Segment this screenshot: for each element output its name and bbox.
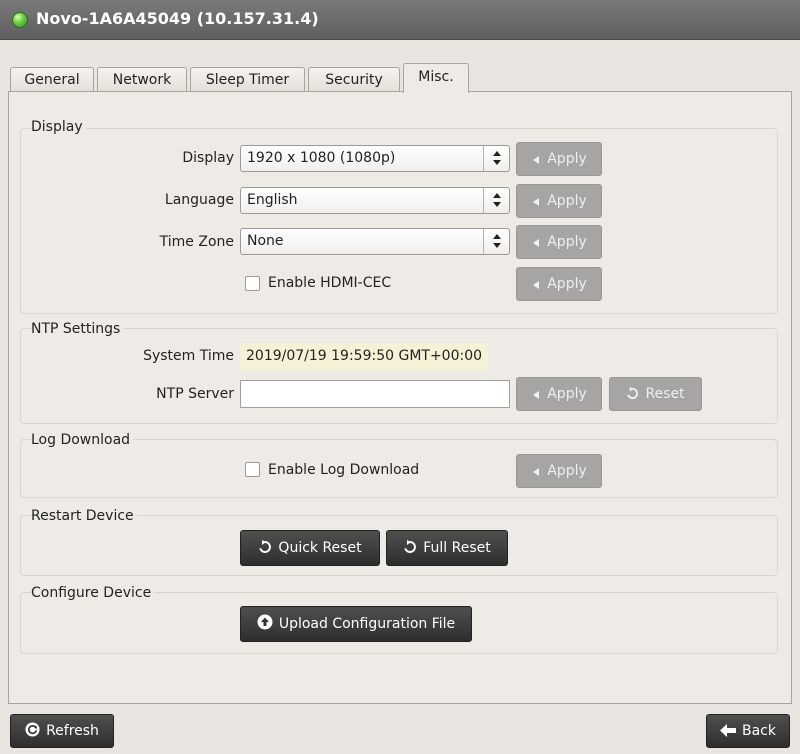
refresh-button[interactable]: Refresh bbox=[10, 714, 114, 748]
back-label: Back bbox=[742, 723, 776, 739]
chevron-left-icon bbox=[531, 145, 541, 177]
chevron-left-icon bbox=[531, 380, 541, 412]
full-reset-label: Full Reset bbox=[423, 540, 491, 556]
language-value: English bbox=[247, 192, 298, 208]
timezone-apply-label: Apply bbox=[547, 234, 587, 250]
system-time-value: 2019/07/19 19:59:50 GMT+00:00 bbox=[240, 343, 489, 370]
refresh-label: Refresh bbox=[46, 723, 99, 739]
ntp-apply-button[interactable]: Apply bbox=[516, 377, 602, 411]
timezone-apply-button[interactable]: Apply bbox=[516, 225, 602, 259]
log-download-label: Enable Log Download bbox=[268, 462, 420, 478]
upload-icon bbox=[257, 609, 273, 643]
tab-security[interactable]: Security bbox=[308, 67, 400, 93]
upload-configuration-button[interactable]: Upload Configuration File bbox=[240, 606, 472, 642]
hdmi-cec-checkbox[interactable] bbox=[245, 276, 260, 291]
arrow-left-icon bbox=[720, 717, 736, 749]
display-resolution-value: 1920 x 1080 (1080p) bbox=[247, 150, 396, 166]
select-arrows-icon bbox=[483, 188, 509, 213]
system-time-label: System Time bbox=[143, 348, 234, 364]
quick-reset-button[interactable]: Quick Reset bbox=[240, 530, 380, 566]
tab-misc[interactable]: Misc. bbox=[403, 63, 469, 93]
select-arrows-icon bbox=[483, 146, 509, 171]
timezone-select[interactable]: None bbox=[240, 228, 510, 255]
upload-configuration-label: Upload Configuration File bbox=[278, 616, 456, 632]
timezone-value: None bbox=[247, 233, 284, 249]
refresh-icon bbox=[25, 717, 40, 749]
window-title: Novo-1A6A45049 (10.157.31.4) bbox=[36, 9, 319, 28]
display-section-title: Display bbox=[31, 119, 86, 135]
reset-icon bbox=[403, 533, 417, 567]
language-apply-label: Apply bbox=[547, 193, 587, 209]
display-apply-button[interactable]: Apply bbox=[516, 142, 602, 176]
log-apply-label: Apply bbox=[547, 463, 587, 479]
display-apply-label: Apply bbox=[547, 151, 587, 167]
chevron-left-icon bbox=[531, 228, 541, 260]
tab-network[interactable]: Network bbox=[97, 67, 187, 93]
select-arrows-icon bbox=[483, 229, 509, 254]
hdmi-cec-apply-label: Apply bbox=[547, 276, 587, 292]
language-apply-button[interactable]: Apply bbox=[516, 184, 602, 218]
display-resolution-select[interactable]: 1920 x 1080 (1080p) bbox=[240, 145, 510, 172]
hdmi-cec-label: Enable HDMI-CEC bbox=[268, 275, 392, 291]
log-section-title: Log Download bbox=[31, 432, 134, 448]
chevron-left-icon bbox=[531, 457, 541, 489]
ntp-reset-label: Reset bbox=[645, 386, 685, 402]
tab-general[interactable]: General bbox=[10, 67, 94, 93]
reset-icon bbox=[258, 533, 272, 567]
quick-reset-label: Quick Reset bbox=[278, 540, 362, 556]
back-button[interactable]: Back bbox=[706, 714, 790, 748]
log-download-checkbox[interactable] bbox=[245, 462, 260, 477]
language-label: Language bbox=[164, 192, 234, 208]
timezone-label: Time Zone bbox=[159, 234, 234, 250]
language-select[interactable]: English bbox=[240, 187, 510, 214]
full-reset-button[interactable]: Full Reset bbox=[386, 530, 508, 566]
title-bar: Novo-1A6A45049 (10.157.31.4) bbox=[0, 0, 800, 40]
display-label: Display bbox=[182, 150, 234, 166]
ntp-reset-button[interactable]: Reset bbox=[609, 377, 702, 411]
hdmi-cec-apply-button[interactable]: Apply bbox=[516, 267, 602, 301]
ntp-server-input[interactable] bbox=[240, 380, 510, 408]
tab-sleep-timer[interactable]: Sleep Timer bbox=[190, 67, 305, 93]
chevron-left-icon bbox=[531, 187, 541, 219]
ntp-server-label: NTP Server bbox=[156, 386, 234, 402]
configure-section-title: Configure Device bbox=[31, 585, 155, 601]
reset-icon bbox=[626, 380, 639, 412]
ntp-apply-label: Apply bbox=[547, 386, 587, 402]
chevron-left-icon bbox=[531, 270, 541, 302]
log-apply-button[interactable]: Apply bbox=[516, 454, 602, 488]
status-dot-icon bbox=[12, 12, 28, 28]
restart-section-title: Restart Device bbox=[31, 508, 137, 524]
ntp-section-title: NTP Settings bbox=[31, 321, 124, 337]
